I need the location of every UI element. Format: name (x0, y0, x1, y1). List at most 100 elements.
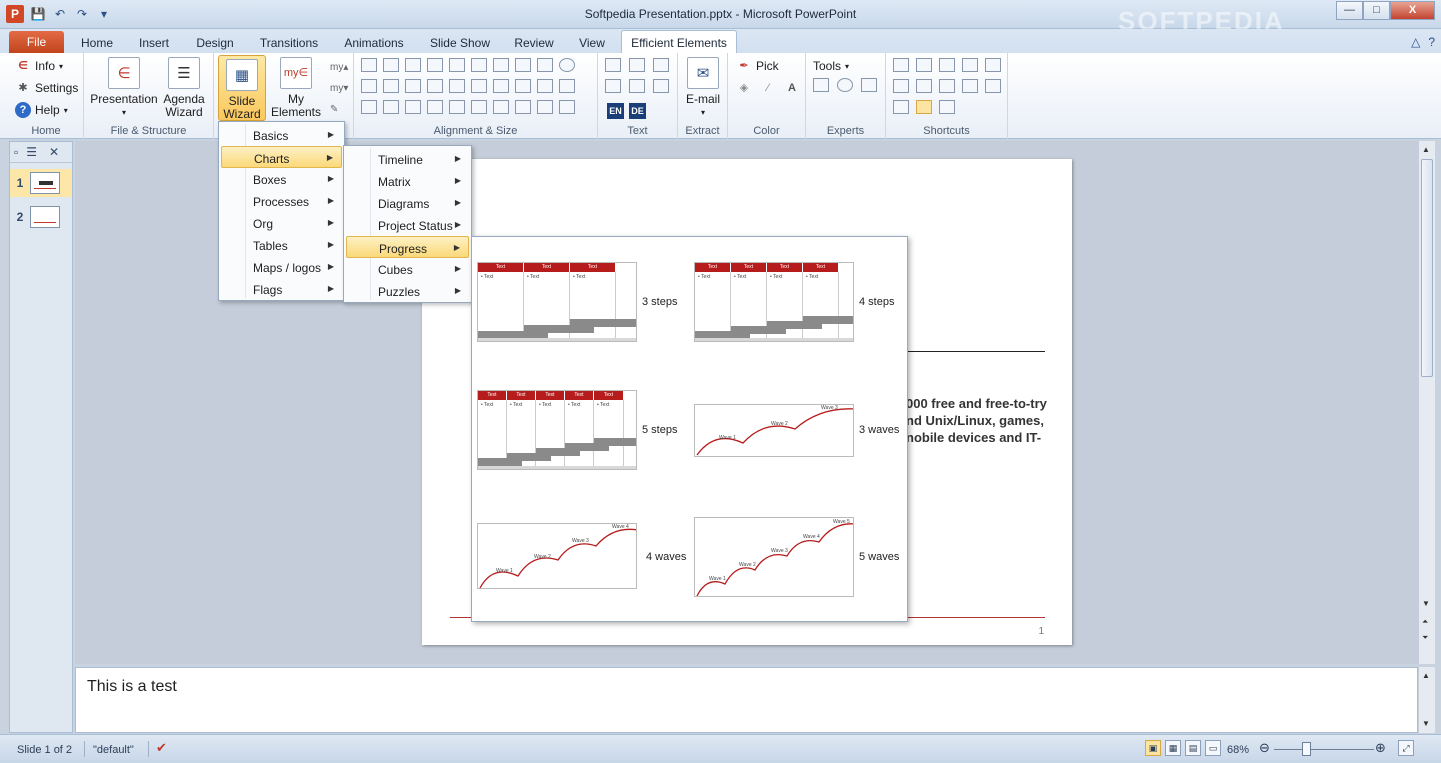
same-size-icon[interactable] (493, 58, 509, 72)
shortcut-9-icon[interactable] (962, 79, 978, 93)
distribute-horizontal-icon[interactable] (427, 58, 443, 72)
grid-icon[interactable] (537, 79, 553, 93)
tab-review[interactable]: Review (508, 33, 560, 53)
spell-check-icon[interactable]: ✔ (156, 740, 167, 756)
tab-efficient-elements[interactable]: Efficient Elements (621, 30, 737, 53)
shortcut-6-icon[interactable] (893, 79, 909, 93)
tab-slide-show[interactable]: Slide Show (422, 33, 498, 53)
zoom-level[interactable]: 68% (1227, 744, 1249, 756)
info-button[interactable]: ∈ Info ▾ (15, 56, 63, 76)
scroll-up-icon[interactable]: ▲ (1422, 671, 1430, 680)
slide-show-icon[interactable]: ▭ (1205, 740, 1221, 756)
scroll-down-icon[interactable]: ▼ (1422, 719, 1430, 728)
menu-item-cubes[interactable]: Cubes ▶ (346, 258, 469, 280)
margin-icon[interactable] (515, 100, 531, 114)
agenda-wizard-button[interactable]: ☰ Agenda Wizard (160, 57, 208, 119)
notes-pane[interactable]: This is a test (75, 667, 1418, 733)
slide-wizard-button[interactable]: ▦ Slide Wizard (218, 55, 266, 121)
lock-icon[interactable] (559, 100, 575, 114)
grow-left-icon[interactable] (361, 100, 377, 114)
gallery-item-4-waves[interactable]: Wave 1 Wave 2 Wave 3 Wave 4 4 waves (477, 523, 687, 591)
same-height-icon[interactable] (471, 58, 487, 72)
shortcut-11-icon[interactable] (893, 100, 909, 114)
align-left-icon[interactable] (361, 58, 377, 72)
help-icon[interactable]: ? (1428, 35, 1435, 49)
notes-text[interactable]: This is a test (87, 678, 177, 696)
shortcut-12-icon[interactable] (916, 100, 932, 114)
my-elements-button[interactable]: my∈ My Elements (268, 57, 324, 119)
menu-item-matrix[interactable]: Matrix ▶ (346, 170, 469, 192)
same-width-icon[interactable] (449, 58, 465, 72)
minimize-button[interactable]: — (1336, 1, 1363, 20)
zoom-slider-track[interactable] (1274, 749, 1374, 750)
my-elements-save-icon[interactable]: my▴ (330, 57, 348, 78)
grow-right-icon[interactable] (383, 100, 399, 114)
slide-thumbnail-1[interactable]: 1 (10, 169, 72, 197)
tab-home[interactable]: Home (72, 33, 122, 53)
settings-button[interactable]: ✱ Settings (15, 78, 78, 98)
shortcut-7-icon[interactable] (916, 79, 932, 93)
stretch-icon[interactable] (515, 58, 531, 72)
text-format-icon[interactable] (605, 58, 621, 72)
shortcut-8-icon[interactable] (939, 79, 955, 93)
font-color-icon[interactable]: A (784, 80, 800, 96)
expert-image-icon[interactable] (813, 78, 829, 92)
menu-item-diagrams[interactable]: Diagrams ▶ (346, 192, 469, 214)
text-back-icon[interactable] (629, 79, 645, 93)
slides-tab-icon[interactable]: ▫ (14, 145, 18, 159)
shortcut-1-icon[interactable] (893, 58, 909, 72)
menu-item-org[interactable]: Org ▶ (221, 212, 342, 234)
language-de-button[interactable]: DE (629, 103, 646, 119)
grow-up-icon[interactable] (405, 100, 421, 114)
maximize-button[interactable]: □ (1363, 1, 1390, 20)
menu-item-boxes[interactable]: Boxes ▶ (221, 168, 342, 190)
match-left-icon[interactable] (449, 79, 465, 93)
zoom-out-icon[interactable]: ⊖ (1259, 740, 1270, 756)
tab-transitions[interactable]: Transitions (252, 33, 326, 53)
align-top-icon[interactable] (361, 79, 377, 93)
text-table-icon[interactable] (653, 58, 669, 72)
outline-tab-icon[interactable]: ☰ (26, 145, 37, 159)
menu-item-charts[interactable]: Charts ▶ (221, 146, 342, 168)
scroll-up-icon[interactable]: ▲ (1422, 145, 1430, 154)
match-bottom-icon[interactable] (515, 79, 531, 93)
shortcut-2-icon[interactable] (916, 58, 932, 72)
tab-file[interactable]: File (9, 31, 64, 53)
match-top-icon[interactable] (493, 79, 509, 93)
text-box-icon[interactable] (629, 58, 645, 72)
tab-design[interactable]: Design (188, 33, 242, 53)
presentation-button[interactable]: ∈ Presentation ▾ (90, 57, 158, 119)
shortcut-3-icon[interactable] (939, 58, 955, 72)
my-elements-edit-icon[interactable]: my▾ (330, 78, 348, 99)
menu-item-basics[interactable]: Basics ▶ (221, 124, 342, 146)
flip-icon[interactable] (559, 79, 575, 93)
normal-view-icon[interactable]: ▣ (1145, 740, 1161, 756)
align-middle-icon[interactable] (383, 79, 399, 93)
shortcut-10-icon[interactable] (985, 79, 1001, 93)
menu-item-puzzles[interactable]: Puzzles ▶ (346, 280, 469, 302)
distribute-vertical-icon[interactable] (427, 79, 443, 93)
my-elements-add-icon[interactable]: ✎ (330, 99, 348, 120)
rotate-icon[interactable] (559, 58, 575, 72)
shrink-icon[interactable] (449, 100, 465, 114)
gallery-item-5-waves[interactable]: Wave 1 Wave 2 Wave 3 Wave 4 Wave 5 5 wav… (694, 517, 904, 599)
close-pane-icon[interactable]: ✕ (49, 145, 59, 159)
email-button[interactable]: ✉ E-mail ▾ (682, 57, 724, 119)
scroll-down-icon[interactable]: ▼ (1422, 599, 1430, 608)
gallery-item-5-steps[interactable]: Text Text Text Text Text • Text • Text •… (477, 390, 687, 472)
slide-body-text[interactable]: 000 free and free-to-try nd Unix/Linux, … (906, 395, 1066, 446)
tab-view[interactable]: View (570, 33, 614, 53)
theme-name[interactable]: "default" (93, 744, 134, 756)
grow-down-icon[interactable] (427, 100, 443, 114)
text-merge-icon[interactable] (605, 79, 621, 93)
menu-item-maps-logos[interactable]: Maps / logos ▶ (221, 256, 342, 278)
fill-color-icon[interactable]: ◈ (736, 80, 752, 96)
tab-insert[interactable]: Insert (130, 33, 178, 53)
match-right-icon[interactable] (471, 79, 487, 93)
vertical-scrollbar[interactable]: ▲ ▼ ⏶ ⏷ (1418, 141, 1435, 664)
menu-item-project-status[interactable]: Project Status ▶ (346, 214, 469, 236)
pick-color-button[interactable]: ✒ Pick (736, 56, 778, 76)
gallery-item-3-steps[interactable]: Text Text Text • Text • Text • Text 3 st… (477, 262, 687, 344)
text-split-icon[interactable] (653, 79, 669, 93)
align-bottom-icon[interactable] (405, 79, 421, 93)
